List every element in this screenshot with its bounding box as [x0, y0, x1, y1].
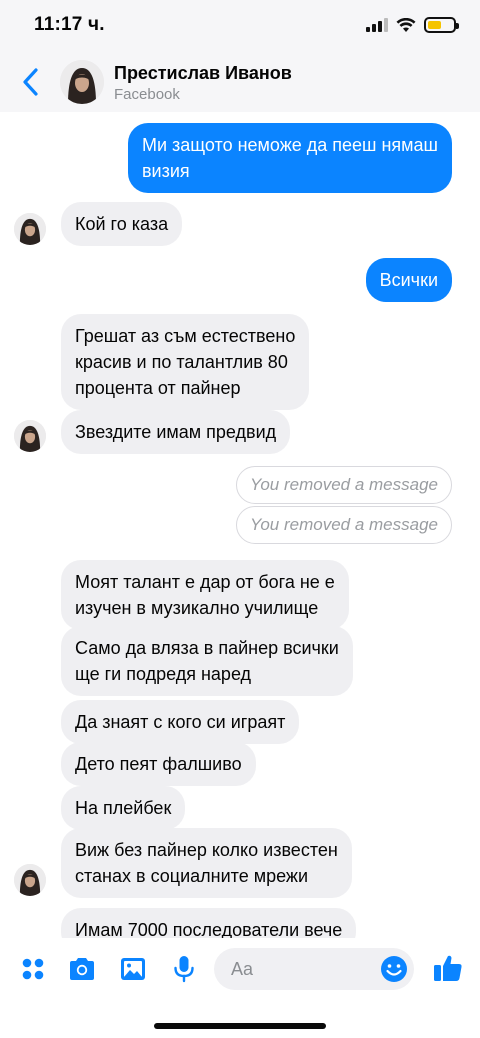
message-bubble-incoming[interactable]: Да знаят с кого си играят: [61, 700, 300, 744]
contact-subtitle: Facebook: [114, 86, 180, 103]
emoji-icon[interactable]: [380, 955, 408, 983]
message-bubble-incoming[interactable]: Грешат аз съм естествено красив и по тал…: [61, 314, 310, 410]
message-bubble-incoming[interactable]: Моят талант е дар от бога не е изучен в …: [61, 560, 349, 630]
message-bubble-incoming[interactable]: Виж без пайнер колко известен станах в с…: [61, 828, 352, 898]
message-thread[interactable]: Ми защото неможе да пееш нямаш визия Кой…: [0, 112, 480, 938]
status-icons: [366, 17, 459, 33]
status-time: 11:17 ч.: [34, 14, 105, 35]
message-bubble-incoming[interactable]: Кой го каза: [61, 202, 183, 246]
contact-name[interactable]: Престислав Иванов: [114, 63, 292, 84]
wifi-icon: [396, 17, 416, 32]
thumbs-up-icon[interactable]: [432, 952, 464, 984]
removed-message-notice: You removed a message: [235, 466, 452, 504]
message-bubble-incoming[interactable]: На плейбек: [61, 786, 186, 830]
message-bubble-incoming[interactable]: Дето пеят фалшиво: [61, 742, 256, 786]
camera-icon[interactable]: [67, 954, 97, 984]
contact-avatar[interactable]: [60, 60, 104, 104]
image-icon[interactable]: [118, 954, 148, 984]
message-bubble-outgoing[interactable]: Ми защото неможе да пееш нямаш визия: [127, 123, 452, 193]
apps-icon[interactable]: [18, 954, 48, 984]
message-bubble-incoming[interactable]: Само да вляза в пайнер всички ще ги подр…: [61, 626, 353, 696]
status-bar: 11:17 ч.: [0, 0, 480, 52]
message-bubble-incoming[interactable]: Звездите имам предвид: [61, 410, 291, 454]
cellular-signal-icon: [366, 18, 388, 32]
sender-avatar: [14, 864, 46, 896]
removed-message-notice: You removed a message: [235, 506, 452, 544]
conversation-header: Престислав Иванов Facebook: [0, 52, 480, 112]
message-bubble-outgoing[interactable]: Всички: [365, 258, 452, 302]
home-indicator: [154, 1023, 326, 1029]
sender-avatar: [14, 420, 46, 452]
message-bubble-incoming[interactable]: Имам 7000 последователи вече: [61, 908, 357, 938]
microphone-icon[interactable]: [169, 954, 199, 984]
sender-avatar: [14, 213, 46, 245]
battery-icon: [424, 17, 459, 33]
message-composer: [0, 938, 480, 1038]
back-chevron-icon[interactable]: [16, 62, 46, 102]
